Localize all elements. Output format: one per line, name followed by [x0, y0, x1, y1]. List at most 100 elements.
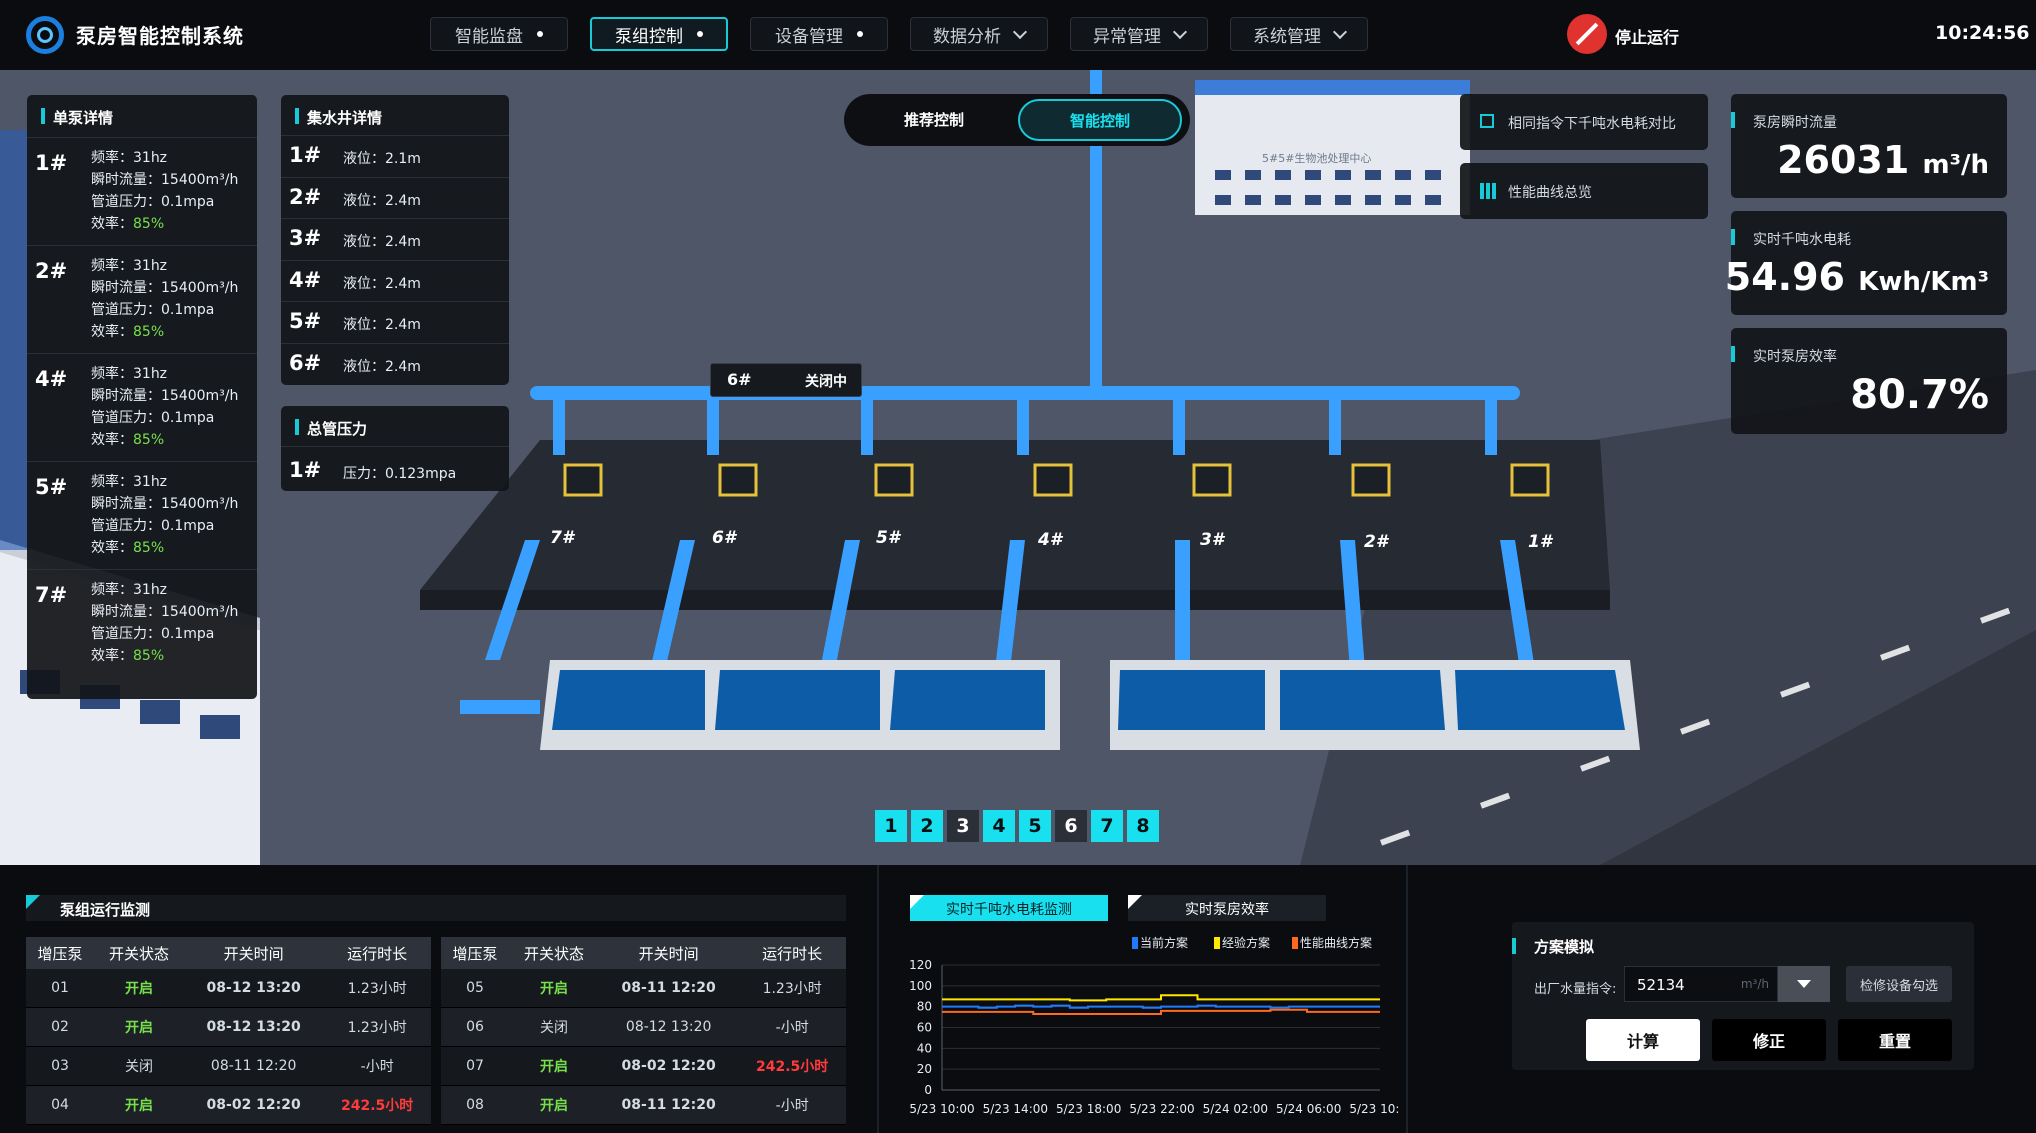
pump-id: 5#: [35, 475, 68, 499]
single-pump-panel: 单泵详情 1# 频率：31hz 瞬时流量：15400m³/h 管道压力：0.1m…: [27, 95, 257, 699]
tab-label: 实时泵房效率: [1185, 902, 1269, 918]
tab-efficiency[interactable]: 实时泵房效率: [1128, 895, 1326, 921]
stop-button[interactable]: 停止运行: [1615, 24, 1679, 48]
scene-pump-label[interactable]: 6#: [712, 528, 736, 548]
scene-pump-label[interactable]: 5#: [876, 528, 900, 548]
mode-toggle: 推荐控制 智能控制: [844, 94, 1190, 146]
scene-pump-label[interactable]: 2#: [1364, 532, 1388, 552]
reset-button[interactable]: 重置: [1838, 1019, 1952, 1061]
pager-item-5[interactable]: 5: [1019, 810, 1051, 842]
recommend-control-option[interactable]: 推荐控制: [904, 109, 964, 130]
pump-pressure: 管道压力：0.1mpa: [91, 518, 215, 534]
main-pressure-panel: 总管压力 1# 压力：0.123mpa: [281, 406, 509, 491]
pump-efficiency: 效率：85%: [91, 537, 164, 557]
chevron-down-icon: [1332, 24, 1348, 39]
nav-label: 异常管理: [1093, 26, 1161, 47]
calculate-button[interactable]: 计算: [1586, 1019, 1700, 1061]
nav-data-analysis[interactable]: 数据分析: [910, 17, 1048, 51]
table-row: 07 开启 08-02 12:20 242.5小时: [441, 1046, 846, 1086]
pump-cell: 01: [26, 969, 95, 1008]
scene-pump-label[interactable]: 3#: [1200, 530, 1224, 550]
nav-system-management[interactable]: 系统管理: [1230, 17, 1368, 51]
state-cell: 开启: [94, 969, 184, 1008]
nav-device-management[interactable]: 设备管理: [750, 17, 888, 51]
pump-efficiency: 效率：85%: [91, 213, 164, 233]
x-tick-label: 5/23 10:00: [909, 1102, 974, 1116]
pager-item-8[interactable]: 8: [1127, 810, 1159, 842]
well-id: 2#: [289, 184, 322, 209]
pump-flow: 瞬时流量：15400m³/h: [91, 604, 239, 620]
wells-panel: 集水井详情 1# 液位：2.1m 2# 液位：2.4m 3# 液位：2.4m 4…: [281, 95, 509, 385]
time-cell: 08-12 13:20: [598, 1007, 739, 1047]
caret-down-icon: [1797, 980, 1811, 988]
pump-flow: 瞬时流量：15400m³/h: [91, 172, 239, 188]
efficiency-label: 效率：: [91, 648, 133, 664]
efficiency-label: 效率：: [91, 432, 133, 448]
col-header: 开关状态: [509, 937, 599, 969]
water-command-value: 52134: [1637, 976, 1685, 994]
scene-pump-label[interactable]: 4#: [1038, 530, 1062, 550]
curves-label: 性能曲线总览: [1508, 185, 1592, 201]
pump-efficiency: 效率：85%: [91, 645, 164, 665]
efficiency-value: 85%: [133, 648, 165, 664]
nav-anomaly-management[interactable]: 异常管理: [1070, 17, 1208, 51]
nav-pump-control[interactable]: 泵组控制: [590, 17, 728, 51]
pump-pressure: 管道压力：0.1mpa: [91, 194, 215, 210]
col-header: 增压泵: [26, 937, 95, 969]
efficiency-label: 效率：: [91, 216, 133, 232]
y-tick-label: 60: [917, 1021, 932, 1035]
dot-icon: [697, 31, 703, 37]
well-id: 1#: [289, 143, 322, 167]
maintenance-select-button[interactable]: 检修设备勾选: [1846, 966, 1952, 1002]
pager-item-3[interactable]: 3: [947, 810, 979, 842]
pump-id: 1#: [35, 151, 68, 175]
water-command-input[interactable]: 52134 m³/h: [1624, 966, 1778, 1002]
nav-monitor[interactable]: 智能监盘: [430, 17, 568, 51]
state-cell: 开启: [94, 1007, 184, 1047]
smart-control-option[interactable]: 智能控制: [1018, 99, 1182, 141]
table-row: 05 开启 08-11 12:20 1.23小时: [441, 969, 846, 1008]
pager-item-1[interactable]: 1: [875, 810, 907, 842]
time-cell: 08-11 12:20: [598, 1085, 739, 1125]
monitor-table-right: 增压泵 开关状态 开关时间 运行时长 05 开启 08-11 12:20 1.2…: [441, 937, 846, 1125]
scene-pump-label[interactable]: 1#: [1528, 532, 1552, 552]
y-tick-label: 80: [917, 1000, 932, 1014]
time-cell: 08-02 12:20: [183, 1085, 324, 1125]
state-cell: 开启: [509, 1046, 599, 1086]
well-level: 液位：2.4m: [343, 358, 421, 375]
well-level: 液位：2.4m: [343, 192, 421, 209]
time-cell: 08-12 13:20: [183, 1007, 324, 1047]
tab-label: 实时千吨水电耗监测: [946, 902, 1072, 918]
series-line-2: [942, 1008, 1380, 1015]
scene-pump-label[interactable]: 7#: [550, 528, 574, 548]
pump-freq: 频率：31hz: [91, 150, 168, 166]
kpi-flow-card: 泵房瞬时流量 26031 m³/h: [1731, 94, 2007, 198]
tab-energy-monitor[interactable]: 实时千吨水电耗监测: [910, 895, 1108, 921]
chevron-down-icon: [1172, 24, 1188, 39]
curves-overview-button[interactable]: 性能曲线总览: [1460, 163, 1708, 219]
pager-item-6[interactable]: 6: [1055, 810, 1087, 842]
nav-label: 系统管理: [1253, 26, 1321, 47]
duration-cell: 242.5小时: [738, 1046, 846, 1086]
legend-swatch: [1132, 937, 1138, 949]
well-level: 液位：2.4m: [343, 234, 421, 250]
pager-item-7[interactable]: 7: [1091, 810, 1123, 842]
kpi-unit: m³/h: [1922, 150, 1990, 180]
correct-button[interactable]: 修正: [1712, 1019, 1826, 1061]
stop-hand-icon[interactable]: [1567, 14, 1607, 54]
tooltip-pump-id: 6#: [727, 370, 752, 389]
y-tick-label: 40: [917, 1041, 932, 1055]
compare-button[interactable]: 相同指令下千吨水电耗对比: [1460, 94, 1708, 150]
dot-icon: [857, 31, 863, 37]
clock: 10:24:56: [1935, 22, 2030, 44]
pager-item-4[interactable]: 4: [983, 810, 1015, 842]
series-line-0: [942, 1004, 1380, 1009]
legend-label: 经验方案: [1222, 935, 1270, 950]
time-cell: 08-02 12:20: [598, 1046, 739, 1086]
pager-item-2[interactable]: 2: [911, 810, 943, 842]
dropdown-button[interactable]: [1778, 966, 1830, 1002]
kpi-value: 26031 m³/h: [1777, 138, 1989, 182]
panel-title: 单泵详情: [41, 107, 113, 128]
x-tick-label: 5/23 14:00: [983, 1102, 1048, 1116]
legend-label: 性能曲线方案: [1300, 935, 1372, 950]
